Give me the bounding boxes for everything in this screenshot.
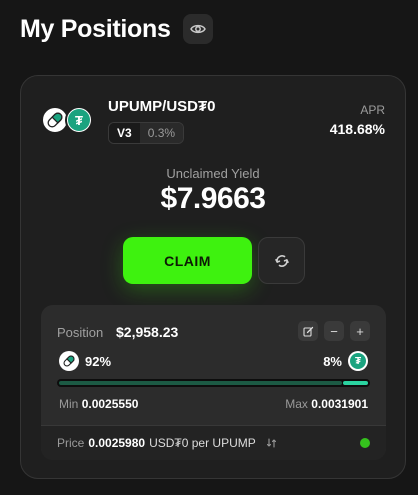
- edit-icon: [302, 326, 313, 337]
- toggle-visibility-button[interactable]: [182, 14, 213, 44]
- pill-icon: [63, 355, 75, 367]
- page-header: My Positions: [20, 14, 213, 44]
- add-liquidity-button[interactable]: +: [350, 321, 370, 341]
- apr-value: 418.68%: [329, 121, 385, 137]
- unclaimed-yield-value: $7.9663: [160, 182, 266, 215]
- price-row: Price 0.0025980 USD₮0 per UPUMP: [41, 426, 386, 460]
- claim-button[interactable]: CLAIM: [123, 237, 252, 284]
- minus-icon: −: [330, 323, 338, 339]
- pair-token-icons: ₮: [41, 106, 97, 136]
- plus-icon: +: [356, 323, 364, 339]
- max-value: 0.0031901: [311, 397, 368, 411]
- tether-icon: ₮: [68, 109, 90, 131]
- range-bar: [57, 379, 370, 387]
- min-value: 0.0025550: [81, 397, 139, 411]
- position-value: $2,958.23: [116, 324, 179, 340]
- page-title: My Positions: [20, 14, 171, 43]
- token0-share-value: 92%: [85, 353, 112, 369]
- in-range-status-dot: [360, 438, 370, 448]
- unclaimed-yield-label: Unclaimed Yield: [166, 166, 260, 181]
- price-value: 0.0025980: [88, 436, 146, 450]
- edit-position-button[interactable]: [298, 321, 318, 341]
- max-price: Max 0.0031901: [285, 397, 368, 411]
- version-badge: V3: [109, 123, 140, 143]
- price-unit: USD₮0 per UPUMP: [149, 436, 256, 450]
- eye-icon: [189, 24, 206, 34]
- swap-refresh-icon: [274, 254, 289, 267]
- tether-icon: ₮: [350, 353, 366, 369]
- price-label: Price: [57, 436, 85, 450]
- pill-icon: [47, 112, 63, 128]
- fee-badge: 0.3%: [139, 123, 184, 143]
- token0-share: 92%: [59, 351, 111, 371]
- pool-badges: V3 0.3%: [108, 122, 185, 144]
- range-fill-token1: [343, 381, 368, 385]
- current-price: Price 0.0025980 USD₮0 per UPUMP: [57, 436, 278, 450]
- usdt-mini-logo: ₮: [348, 351, 368, 371]
- switch-arrows-icon[interactable]: [266, 437, 278, 449]
- position-actions: − +: [298, 321, 370, 341]
- position-card: ₮ UPUMP/USD₮0 V3 0.3% APR 418.68% Unclai…: [20, 75, 406, 479]
- min-price: Min 0.0025550: [59, 397, 138, 411]
- position-label: Position: [57, 325, 104, 340]
- apr-label: APR: [360, 103, 385, 117]
- pair-name: UPUMP/USD₮0: [108, 98, 216, 115]
- token1-share: 8% ₮: [323, 351, 368, 371]
- max-label: Max: [285, 397, 308, 411]
- min-label: Min: [59, 397, 79, 411]
- usdt-token-logo: ₮: [65, 106, 93, 134]
- remove-liquidity-button[interactable]: −: [324, 321, 344, 341]
- upump-mini-logo: [59, 351, 79, 371]
- range-fill-token0: [59, 381, 342, 385]
- token1-share-value: 8%: [323, 353, 342, 369]
- refresh-button[interactable]: [258, 237, 305, 284]
- position-details-panel: Position $2,958.23 − + 92% 8% ₮ Min 0.00…: [41, 305, 386, 460]
